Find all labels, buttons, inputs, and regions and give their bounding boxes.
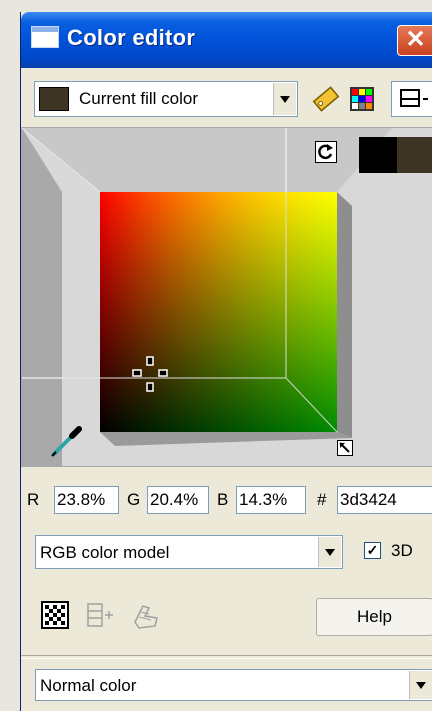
3d-label: 3D xyxy=(391,541,413,560)
help-button[interactable]: Help xyxy=(316,598,432,636)
reset-icon xyxy=(318,144,333,160)
resize-icon[interactable] xyxy=(337,440,353,456)
r-value-field[interactable]: 23.8% xyxy=(54,486,119,514)
color-model-selector[interactable]: RGB color model xyxy=(35,535,343,569)
r-label: R xyxy=(27,490,40,509)
chevron-down-icon[interactable] xyxy=(273,83,296,115)
window-title: Color editor xyxy=(67,25,196,50)
window-icon xyxy=(31,26,59,48)
panel-icon xyxy=(400,89,428,107)
color-model-label: RGB color model xyxy=(40,543,170,562)
color-mode-selector[interactable]: Normal color xyxy=(35,669,432,701)
hash-label: # xyxy=(317,490,327,509)
chevron-down-icon[interactable] xyxy=(409,671,432,699)
palette-grid-icon[interactable] xyxy=(349,86,375,112)
color-compare-swatch-new[interactable] xyxy=(397,137,432,173)
checkerboard-icon[interactable] xyxy=(41,601,69,629)
title-bar[interactable]: Color editor ✕ xyxy=(21,12,432,68)
g-value-field[interactable]: 20.4% xyxy=(147,486,209,514)
current-color-swatch xyxy=(39,87,69,111)
hand-icon xyxy=(134,605,158,629)
panel-button[interactable] xyxy=(391,81,432,117)
color-gradient-square[interactable] xyxy=(100,192,337,432)
color-compare-swatch-old[interactable] xyxy=(359,137,397,173)
fill-color-selector[interactable]: Current fill color xyxy=(34,81,298,117)
color-cube-picker[interactable] xyxy=(21,127,432,467)
chevron-down-icon[interactable] xyxy=(318,537,341,567)
list-add-icon xyxy=(87,603,113,627)
fill-selector-label: Current fill color xyxy=(79,89,199,108)
b-value-field[interactable]: 14.3% xyxy=(236,486,306,514)
divider xyxy=(21,655,432,659)
3d-checkbox[interactable]: ✓ xyxy=(364,542,381,559)
reset-button[interactable] xyxy=(315,141,337,163)
eyedropper-icon[interactable] xyxy=(46,422,86,462)
b-label: B xyxy=(217,490,229,509)
close-icon: ✕ xyxy=(405,26,426,53)
close-button[interactable]: ✕ xyxy=(397,25,432,56)
g-label: G xyxy=(127,490,141,509)
color-editor-window: Color editor ✕ Current fill color R 23.8… xyxy=(20,12,432,711)
color-crosshair-cursor[interactable] xyxy=(130,355,170,395)
hex-value-field[interactable]: 3d3424 xyxy=(337,486,432,514)
color-mode-label: Normal color xyxy=(40,676,137,695)
tag-icon[interactable] xyxy=(311,84,341,114)
